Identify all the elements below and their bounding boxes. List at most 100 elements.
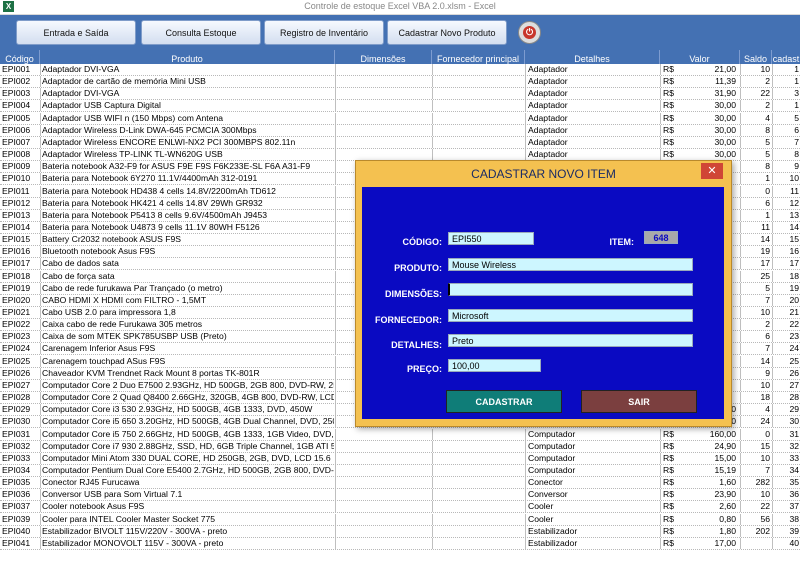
table-cell[interactable] <box>336 538 431 549</box>
table-cell[interactable]: 31 <box>773 429 799 440</box>
table-cell[interactable]: 16 <box>773 246 799 257</box>
table-cell[interactable]: Cabo de rede furukawa Par Trançado (o me… <box>42 283 334 294</box>
table-cell[interactable]: EPI008 <box>2 149 40 160</box>
table-cell[interactable]: Adaptador <box>528 76 660 87</box>
table-cell[interactable]: EPI034 <box>2 465 40 476</box>
table-cell[interactable]: 7 <box>741 295 770 306</box>
table-cell[interactable]: 28 <box>773 392 799 403</box>
preco-field[interactable]: 100,00 <box>448 359 541 372</box>
table-cell[interactable]: 4 <box>741 113 770 124</box>
table-cell[interactable]: 6 <box>741 331 770 342</box>
table-cell[interactable]: 5 <box>773 113 799 124</box>
table-cell[interactable]: EPI014 <box>2 222 40 233</box>
table-cell[interactable]: 30,00 <box>684 137 736 148</box>
table-cell[interactable]: 11,39 <box>684 76 736 87</box>
table-cell[interactable]: R$ <box>663 100 683 111</box>
table-cell[interactable]: CABO HDMI X HDMI com FILTRO - 1,5MT <box>42 295 334 306</box>
table-cell[interactable] <box>433 64 524 75</box>
table-cell[interactable]: Cooler <box>528 501 660 512</box>
table-cell[interactable]: R$ <box>663 64 683 75</box>
table-cell[interactable]: Adaptador <box>528 113 660 124</box>
table-cell[interactable]: R$ <box>663 477 683 488</box>
table-cell[interactable] <box>433 441 524 452</box>
table-cell[interactable]: R$ <box>663 137 683 148</box>
table-cell[interactable]: EPI032 <box>2 441 40 452</box>
table-cell[interactable]: R$ <box>663 149 683 160</box>
table-cell[interactable]: 22 <box>741 88 770 99</box>
table-cell[interactable]: 9 <box>773 161 799 172</box>
table-cell[interactable]: EPI028 <box>2 392 40 403</box>
table-cell[interactable]: R$ <box>663 76 683 87</box>
header-valor[interactable]: Valor <box>660 50 740 64</box>
table-cell[interactable]: EPI012 <box>2 198 40 209</box>
table-cell[interactable] <box>433 429 524 440</box>
table-cell[interactable]: Cabo de força sata <box>42 271 334 282</box>
table-cell[interactable]: Adaptador de cartão de memória Mini USB <box>42 76 334 87</box>
table-cell[interactable]: 9 <box>741 368 770 379</box>
table-cell[interactable]: 24 <box>773 343 799 354</box>
table-cell[interactable]: 6 <box>741 198 770 209</box>
table-cell[interactable] <box>433 125 524 136</box>
table-cell[interactable] <box>433 526 524 537</box>
table-cell[interactable]: Computador <box>528 453 660 464</box>
entrada-saida-button[interactable]: Entrada e Saída <box>16 20 136 45</box>
table-cell[interactable]: Conector <box>528 477 660 488</box>
table-cell[interactable]: 8 <box>741 125 770 136</box>
table-cell[interactable]: EPI004 <box>2 100 40 111</box>
table-cell[interactable]: EPI011 <box>2 186 40 197</box>
table-cell[interactable] <box>741 538 770 549</box>
table-cell[interactable]: 160,00 <box>684 429 736 440</box>
table-cell[interactable] <box>433 76 524 87</box>
table-row[interactable]: EPI031 Computador Core i5 750 2.66GHz, HD… <box>0 428 800 441</box>
cadastrar-novo-produto-button[interactable]: Cadastrar Novo Produto <box>387 20 507 45</box>
table-cell[interactable]: R$ <box>663 538 683 549</box>
table-cell[interactable]: EPI031 <box>2 429 40 440</box>
table-cell[interactable]: R$ <box>663 125 683 136</box>
codigo-field[interactable]: EPI550 <box>448 232 534 245</box>
table-cell[interactable] <box>336 88 431 99</box>
table-cell[interactable]: EPI013 <box>2 210 40 221</box>
table-cell[interactable]: 27 <box>773 380 799 391</box>
table-cell[interactable]: Battery Cr2032 notebook ASUS F9S <box>42 234 334 245</box>
table-cell[interactable]: 31,90 <box>684 88 736 99</box>
table-cell[interactable]: R$ <box>663 465 683 476</box>
table-cell[interactable]: 2 <box>741 100 770 111</box>
table-cell[interactable]: Adaptador <box>528 125 660 136</box>
table-cell[interactable]: Cabo de dados sata <box>42 258 334 269</box>
table-cell[interactable]: 25 <box>741 271 770 282</box>
table-cell[interactable]: Chaveador KVM Trendnet Rack Mount 8 port… <box>42 368 334 379</box>
table-cell[interactable]: 3 <box>773 88 799 99</box>
table-cell[interactable]: 56 <box>741 514 770 525</box>
table-cell[interactable]: 30,00 <box>684 113 736 124</box>
table-cell[interactable]: EPI033 <box>2 453 40 464</box>
table-row[interactable]: EPI002 Adaptador de cartão de memória Min… <box>0 76 800 89</box>
table-cell[interactable]: 32 <box>773 441 799 452</box>
table-cell[interactable]: 40 <box>773 538 799 549</box>
table-cell[interactable] <box>336 477 431 488</box>
table-cell[interactable]: Adaptador USB WIFI n (150 Mbps) com Ante… <box>42 113 334 124</box>
table-row[interactable]: EPI005 Adaptador USB WIFI n (150 Mbps) co… <box>0 112 800 125</box>
table-cell[interactable]: 25 <box>773 356 799 367</box>
table-cell[interactable]: 17 <box>741 258 770 269</box>
table-cell[interactable]: EPI030 <box>2 416 40 427</box>
table-cell[interactable] <box>433 489 524 500</box>
table-cell[interactable]: 10 <box>741 489 770 500</box>
table-cell[interactable]: 10 <box>741 380 770 391</box>
table-cell[interactable] <box>336 137 431 148</box>
table-cell[interactable]: 10 <box>773 173 799 184</box>
table-cell[interactable]: 1 <box>741 210 770 221</box>
table-cell[interactable]: Adaptador USB Captura Digital <box>42 100 334 111</box>
table-cell[interactable] <box>433 465 524 476</box>
table-cell[interactable]: Bateria para Notebook HD438 4 cells 14.8… <box>42 186 334 197</box>
table-cell[interactable]: 2 <box>741 319 770 330</box>
table-cell[interactable]: 0 <box>741 186 770 197</box>
table-cell[interactable]: 1 <box>773 64 799 75</box>
table-cell[interactable]: 11 <box>741 222 770 233</box>
table-cell[interactable]: 1 <box>773 100 799 111</box>
table-cell[interactable]: EPI002 <box>2 76 40 87</box>
header-produto[interactable]: Produto <box>40 50 335 64</box>
table-cell[interactable] <box>336 441 431 452</box>
table-cell[interactable]: Bateria notebook A32-F9 for ASUS F9E F9S… <box>42 161 334 172</box>
header-codigo[interactable]: Código <box>0 50 40 64</box>
table-cell[interactable]: Adaptador Wireless D-Link DWA-645 PCMCIA… <box>42 125 334 136</box>
